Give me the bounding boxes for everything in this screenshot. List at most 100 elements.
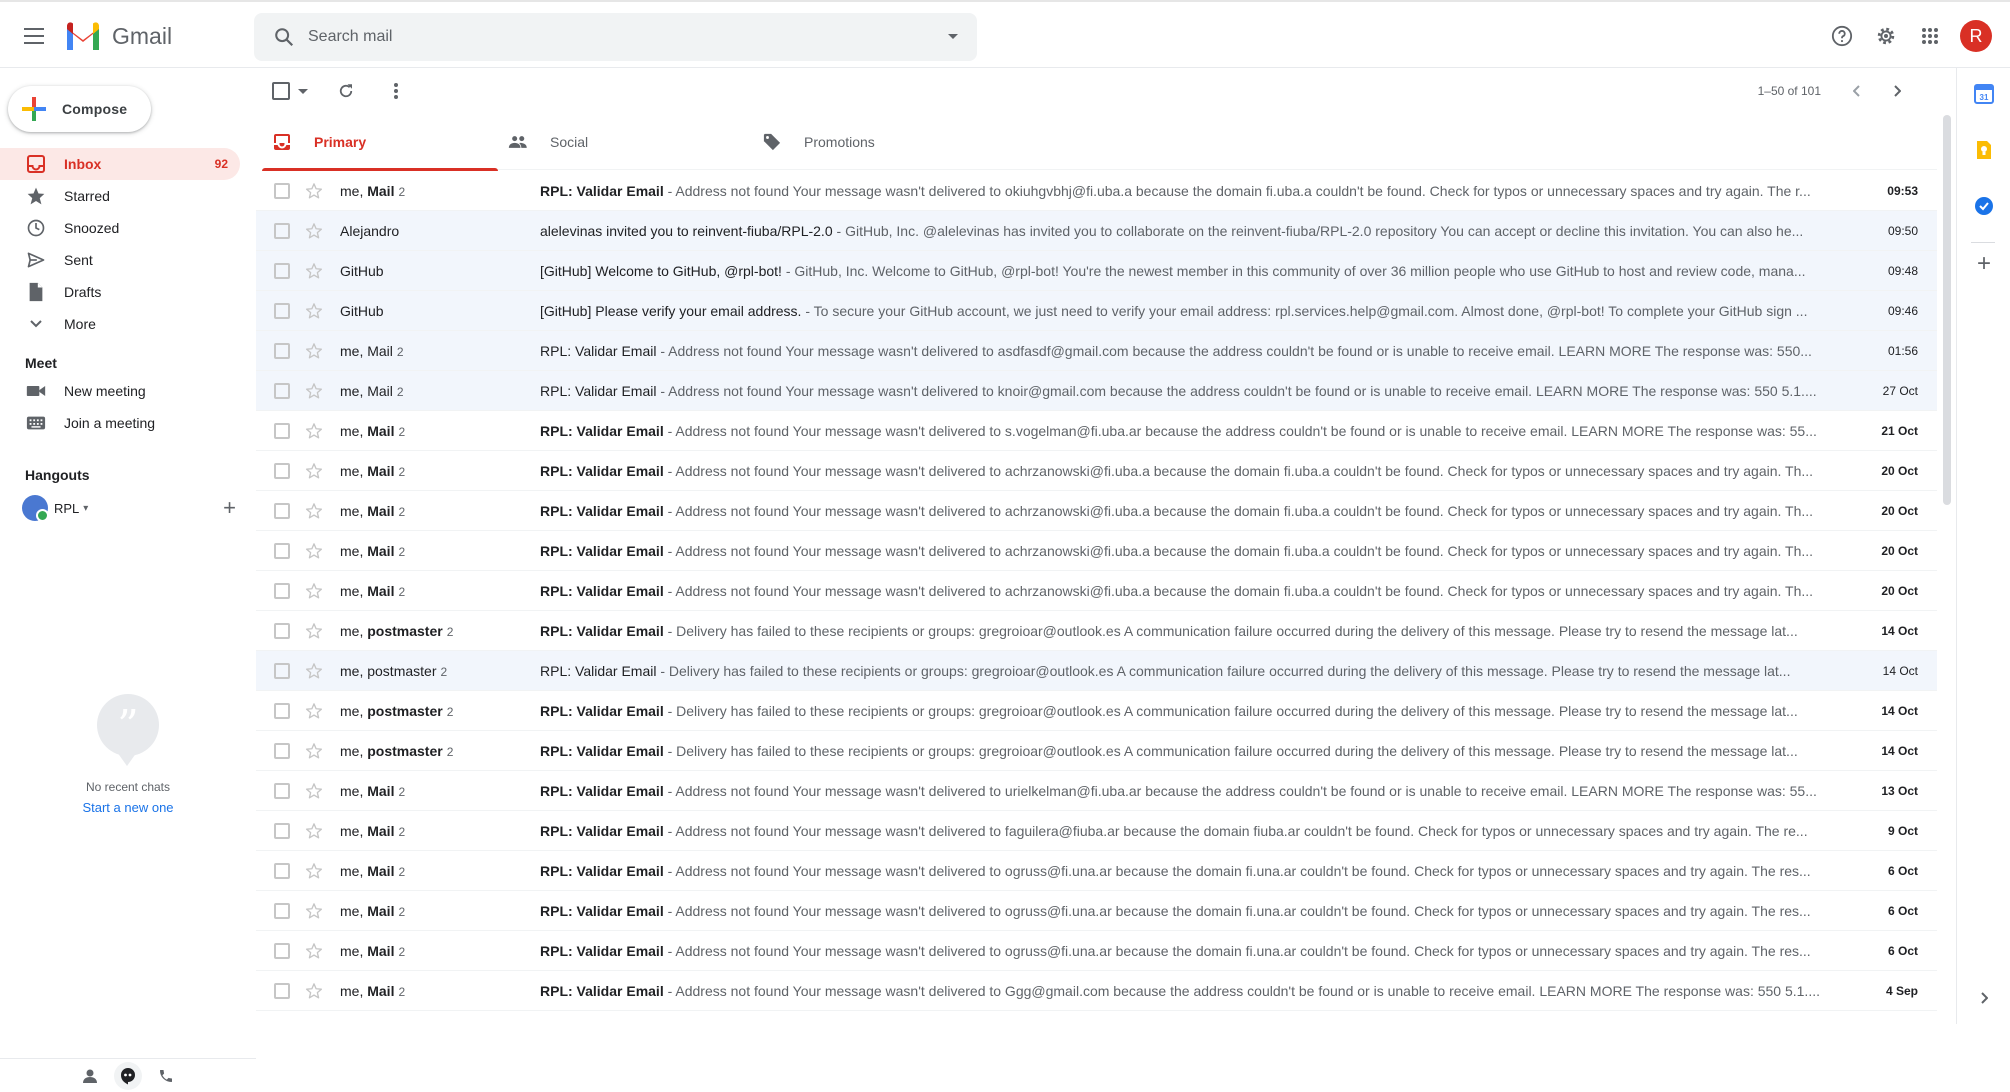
star-icon[interactable] (304, 541, 324, 561)
refresh-icon[interactable] (334, 79, 358, 103)
sidebar-item-starred[interactable]: Starred (0, 180, 240, 212)
search-input[interactable] (308, 28, 929, 46)
row-checkbox[interactable] (274, 622, 290, 639)
search-options-icon[interactable] (929, 13, 977, 61)
star-icon[interactable] (304, 981, 324, 1001)
settings-gear-icon[interactable] (1866, 16, 1906, 56)
sidebar-item-inbox[interactable]: Inbox 92 (0, 148, 240, 180)
tab-social[interactable]: Social (498, 114, 752, 170)
row-checkbox[interactable] (274, 222, 290, 239)
hangouts-user[interactable]: RPL ▾ + (22, 495, 236, 522)
row-checkbox[interactable] (274, 742, 290, 759)
row-checkbox[interactable] (274, 662, 290, 679)
sidebar-item-drafts[interactable]: Drafts (0, 276, 240, 308)
email-row[interactable]: me, Mail 2 RPL: Validar Email - Address no… (256, 971, 1937, 1011)
help-icon[interactable] (1822, 16, 1862, 56)
email-row[interactable]: me, Mail 2 RPL: Validar Email - Address no… (256, 491, 1937, 531)
star-icon[interactable] (304, 741, 324, 761)
more-options-icon[interactable] (384, 79, 408, 103)
email-row[interactable]: me, Mail 2 RPL: Validar Email - Address no… (256, 531, 1937, 571)
star-icon[interactable] (304, 941, 324, 961)
apps-grid-icon[interactable] (1910, 16, 1950, 56)
tasks-icon[interactable] (1972, 194, 1996, 218)
star-icon[interactable] (304, 341, 324, 361)
row-checkbox[interactable] (274, 822, 290, 839)
row-checkbox[interactable] (274, 582, 290, 599)
email-row[interactable]: me, Mail 2 RPL: Validar Email - Address no… (256, 811, 1937, 851)
email-row[interactable]: me, Mail 2 RPL: Validar Email - Address no… (256, 851, 1937, 891)
email-row[interactable]: GitHub [GitHub] Welcome to GitHub, @rpl-b… (256, 251, 1937, 291)
sidebar-item-snoozed[interactable]: Snoozed (0, 212, 240, 244)
email-row[interactable]: me, Mail 2 RPL: Validar Email - Address no… (256, 891, 1937, 931)
email-row[interactable]: me, Mail 2 RPL: Validar Email - Address no… (256, 371, 1937, 411)
contacts-icon[interactable] (76, 1062, 104, 1090)
row-checkbox[interactable] (274, 782, 290, 799)
phone-icon[interactable] (152, 1062, 180, 1090)
row-checkbox[interactable] (274, 862, 290, 879)
add-addon-icon[interactable]: + (1972, 250, 1996, 277)
select-all-checkbox[interactable] (272, 82, 290, 100)
star-icon[interactable] (304, 221, 324, 241)
email-row[interactable]: me, Mail 2 RPL: Validar Email - Address no… (256, 451, 1937, 491)
email-row[interactable]: me, Mail 2 RPL: Validar Email - Address no… (256, 411, 1937, 451)
email-row[interactable]: me, Mail 2 RPL: Validar Email - Address no… (256, 571, 1937, 611)
add-contact-icon[interactable]: + (223, 497, 236, 519)
search-icon[interactable] (260, 13, 308, 61)
email-row[interactable]: me, Mail 2 RPL: Validar Email - Address no… (256, 331, 1937, 371)
tab-promotions[interactable]: Promotions (752, 114, 1004, 170)
row-checkbox[interactable] (274, 262, 290, 279)
star-icon[interactable] (304, 861, 324, 881)
email-row[interactable]: me, postmaster 2 RPL: Validar Email - Deli… (256, 651, 1937, 691)
calendar-icon[interactable]: 31 (1972, 82, 1996, 106)
star-icon[interactable] (304, 821, 324, 841)
email-row[interactable]: me, Mail 2 RPL: Validar Email - Address no… (256, 171, 1937, 211)
keep-icon[interactable] (1972, 138, 1996, 162)
chevron-right-icon[interactable] (1877, 71, 1917, 111)
chevron-right-icon[interactable] (1972, 986, 1996, 1010)
tab-primary[interactable]: Primary (262, 114, 498, 171)
star-icon[interactable] (304, 381, 324, 401)
row-checkbox[interactable] (274, 182, 290, 199)
sidebar-item-sent[interactable]: Sent (0, 244, 240, 276)
account-avatar[interactable]: R (1960, 20, 1992, 52)
main-menu-button[interactable] (18, 20, 50, 52)
star-icon[interactable] (304, 581, 324, 601)
email-row[interactable]: me, postmaster 2 RPL: Validar Email - Deli… (256, 691, 1937, 731)
email-row[interactable]: me, Mail 2 RPL: Validar Email - Address no… (256, 931, 1937, 971)
new-meeting-link[interactable]: New meeting (0, 375, 240, 407)
join-meeting-link[interactable]: Join a meeting (0, 407, 240, 439)
email-row[interactable]: me, postmaster 2 RPL: Validar Email - Deli… (256, 731, 1937, 771)
email-row[interactable]: GitHub [GitHub] Please verify your email … (256, 291, 1937, 331)
hangouts-chat-icon[interactable] (114, 1061, 142, 1090)
star-icon[interactable] (304, 781, 324, 801)
row-checkbox[interactable] (274, 382, 290, 399)
row-checkbox[interactable] (274, 342, 290, 359)
star-icon[interactable] (304, 461, 324, 481)
row-checkbox[interactable] (274, 422, 290, 439)
compose-button[interactable]: Compose (8, 86, 151, 132)
row-checkbox[interactable] (274, 542, 290, 559)
email-row[interactable]: me, Mail 2 RPL: Validar Email - Address no… (256, 771, 1937, 811)
star-icon[interactable] (304, 901, 324, 921)
start-new-chat-link[interactable]: Start a new one (0, 800, 256, 815)
search-bar[interactable] (254, 13, 977, 61)
star-icon[interactable] (304, 661, 324, 681)
row-checkbox[interactable] (274, 942, 290, 959)
email-row[interactable]: me, postmaster 2 RPL: Validar Email - Deli… (256, 611, 1937, 651)
star-icon[interactable] (304, 421, 324, 441)
caret-down-icon[interactable]: ▾ (83, 503, 88, 514)
row-checkbox[interactable] (274, 502, 290, 519)
star-icon[interactable] (304, 301, 324, 321)
row-checkbox[interactable] (274, 902, 290, 919)
star-icon[interactable] (304, 501, 324, 521)
sidebar-item-more[interactable]: More (0, 308, 240, 340)
star-icon[interactable] (304, 181, 324, 201)
row-checkbox[interactable] (274, 462, 290, 479)
email-row[interactable]: Alejandro alelevinas invited you to reinv… (256, 211, 1937, 251)
row-checkbox[interactable] (274, 982, 290, 999)
chevron-left-icon[interactable] (1837, 71, 1877, 111)
scrollbar[interactable] (1943, 115, 1951, 505)
star-icon[interactable] (304, 261, 324, 281)
row-checkbox[interactable] (274, 702, 290, 719)
select-caret-icon[interactable] (298, 88, 308, 94)
